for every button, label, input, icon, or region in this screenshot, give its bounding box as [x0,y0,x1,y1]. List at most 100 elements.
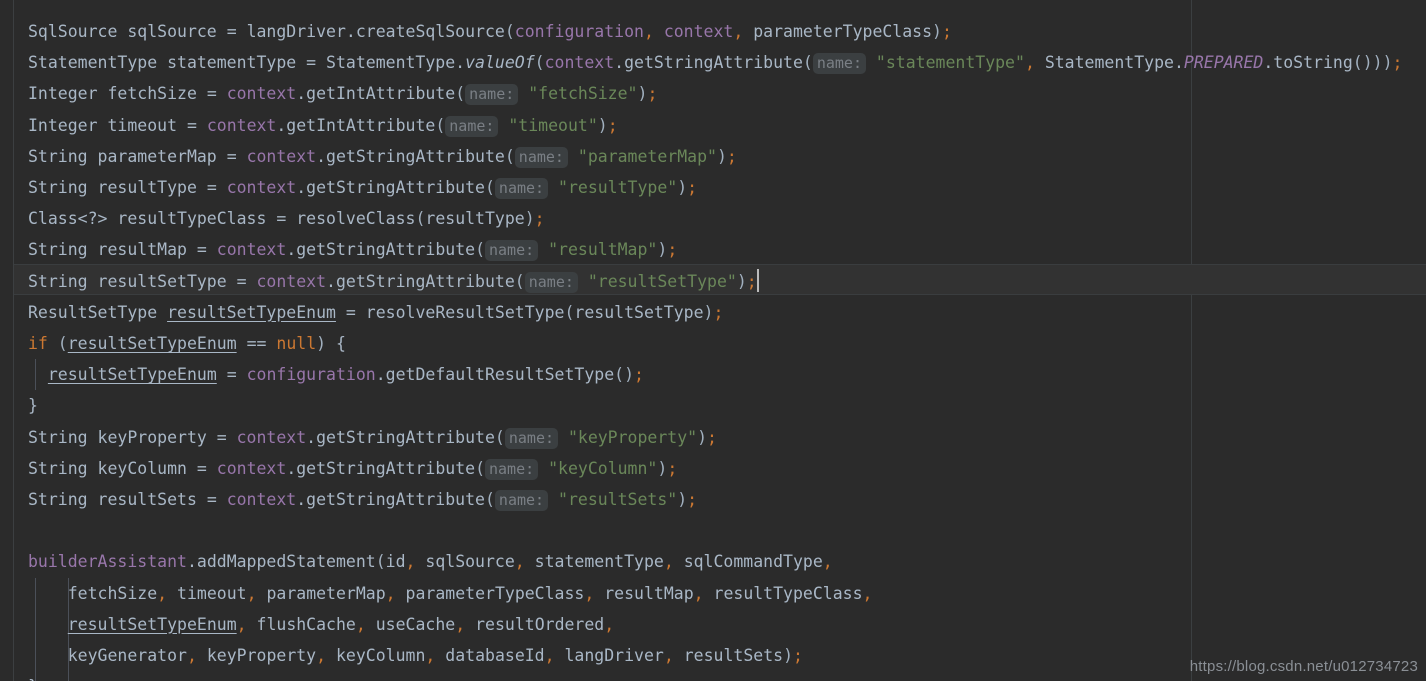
code-token: timeout [177,583,247,603]
code-token: ) [657,240,668,260]
code-line[interactable]: } [28,671,38,681]
code-line[interactable]: ResultSetType resultSetTypeEnum = resolv… [28,297,723,328]
code-token: ) [657,458,668,478]
code-token: if [28,334,48,353]
code-token: .getStringAttribute [296,178,485,197]
code-line[interactable]: Integer timeout = context.getIntAttribut… [28,110,618,141]
code-token: = [186,115,207,135]
code-line[interactable]: Integer fetchSize = context.getIntAttrib… [28,78,657,109]
code-token: .getStringAttribute [326,271,515,291]
code-token: flushCache [256,614,356,634]
code-line[interactable]: resultSetTypeEnum = configuration.getDef… [28,359,644,390]
code-token: .createSqlSource [345,22,505,41]
code-line[interactable]: resultSetTypeEnum, flushCache, useCache,… [28,609,614,640]
code-token: .addMappedStatement [186,552,376,572]
code-token: ) [637,84,648,104]
code-token: resultTypeClass [713,583,863,603]
code-token: String keyProperty [28,427,217,447]
code-token: = [226,22,247,41]
code-token: } [28,396,38,416]
code-token: ( [494,427,505,447]
code-token: resultSetTypeEnum [167,302,336,322]
code-token: parameterTypeClass [405,583,585,603]
code-line[interactable]: Class<?> resultTypeClass = resolveClass(… [28,203,545,234]
code-token: ; [713,302,724,322]
code-token: context [226,178,297,197]
code-token: ) [597,115,608,135]
code-line[interactable]: keyGenerator, keyProperty, keyColumn, da… [28,640,803,671]
code-token: ) [703,302,714,322]
code-token: ; [687,178,698,197]
code-token: , [455,614,476,634]
parameter-name-hint: name: [494,178,549,199]
code-token: ; [726,146,737,166]
parameter-name-hint: name: [504,427,559,449]
code-token: resultSets [683,646,784,665]
text-caret [756,268,759,292]
code-line[interactable]: if (resultSetTypeEnum == null) { [28,328,346,359]
code-token: ( [802,53,813,73]
watermark-text: https://blog.csdn.net/u012734723 [1189,658,1418,675]
code-line[interactable]: SqlSource sqlSource = langDriver.createS… [28,16,952,47]
code-token: ) [316,334,327,353]
code-line[interactable]: String resultMap = context.getStringAttr… [28,234,677,265]
code-line[interactable]: StatementType statementType = StatementT… [28,47,1402,78]
code-token: StatementType [1044,53,1174,73]
code-token: , [1024,53,1045,73]
code-line[interactable]: } [28,390,38,421]
code-line[interactable]: builderAssistant.addMappedStatement(id, … [28,546,833,577]
code-token: ( [514,271,525,291]
code-token: ( [564,302,575,322]
code-line[interactable]: String resultSets = context.getStringAtt… [28,484,697,515]
code-token: Class<?> resultTypeClass [28,209,277,229]
code-token: ; [1392,53,1403,73]
code-editor[interactable]: SqlSource sqlSource = langDriver.createS… [0,0,1426,681]
code-token: "resultType" [548,178,678,197]
code-token: ) [932,22,942,41]
code-token: context [236,427,307,447]
parameter-name-hint: name: [465,84,519,106]
code-token: = [206,490,227,509]
code-content[interactable]: SqlSource sqlSource = langDriver.createS… [0,0,1426,681]
code-token: ; [634,365,644,385]
code-token: .getStringAttribute [316,146,505,166]
code-token: StatementType statementType [28,53,307,73]
code-token: , [186,646,207,665]
code-token: null [276,334,317,353]
code-token: "resultSets" [548,490,678,509]
code-token: .getStringAttribute [286,458,476,478]
code-token: statementType [534,552,664,572]
code-token: , [584,583,605,603]
code-line[interactable]: String resultSetType = context.getString… [28,266,757,297]
code-token: ( [504,22,515,41]
code-token: "resultSetType" [577,271,737,291]
code-token: ; [607,115,618,135]
code-token: = [216,427,237,447]
code-token: , [425,646,446,665]
parameter-name-hint: name: [494,490,549,511]
code-token: . [1173,53,1184,73]
code-token: sqlSource [425,552,515,572]
code-token: ; [667,240,678,260]
code-token: "parameterMap" [567,146,717,166]
code-line[interactable]: fetchSize, timeout, parameterMap, parame… [28,578,873,609]
code-token: = [216,365,247,385]
code-line[interactable]: String keyColumn = context.getStringAttr… [28,453,677,484]
code-token: "keyColumn" [538,458,658,478]
code-token: = [226,146,247,166]
code-token: "timeout" [498,115,598,135]
code-token: ; [534,209,545,229]
code-token: , [157,583,178,603]
parameter-name-hint: name: [514,146,568,168]
code-token: ; [687,490,698,509]
code-token: context [663,22,734,41]
code-token: id [385,552,406,572]
code-line[interactable]: String keyProperty = context.getStringAt… [28,422,717,453]
code-token: ( [484,490,495,509]
code-token: resultOrdered [475,614,605,634]
code-line[interactable]: String parameterMap = context.getStringA… [28,141,737,172]
code-line[interactable]: String resultType = context.getStringAtt… [28,172,697,203]
